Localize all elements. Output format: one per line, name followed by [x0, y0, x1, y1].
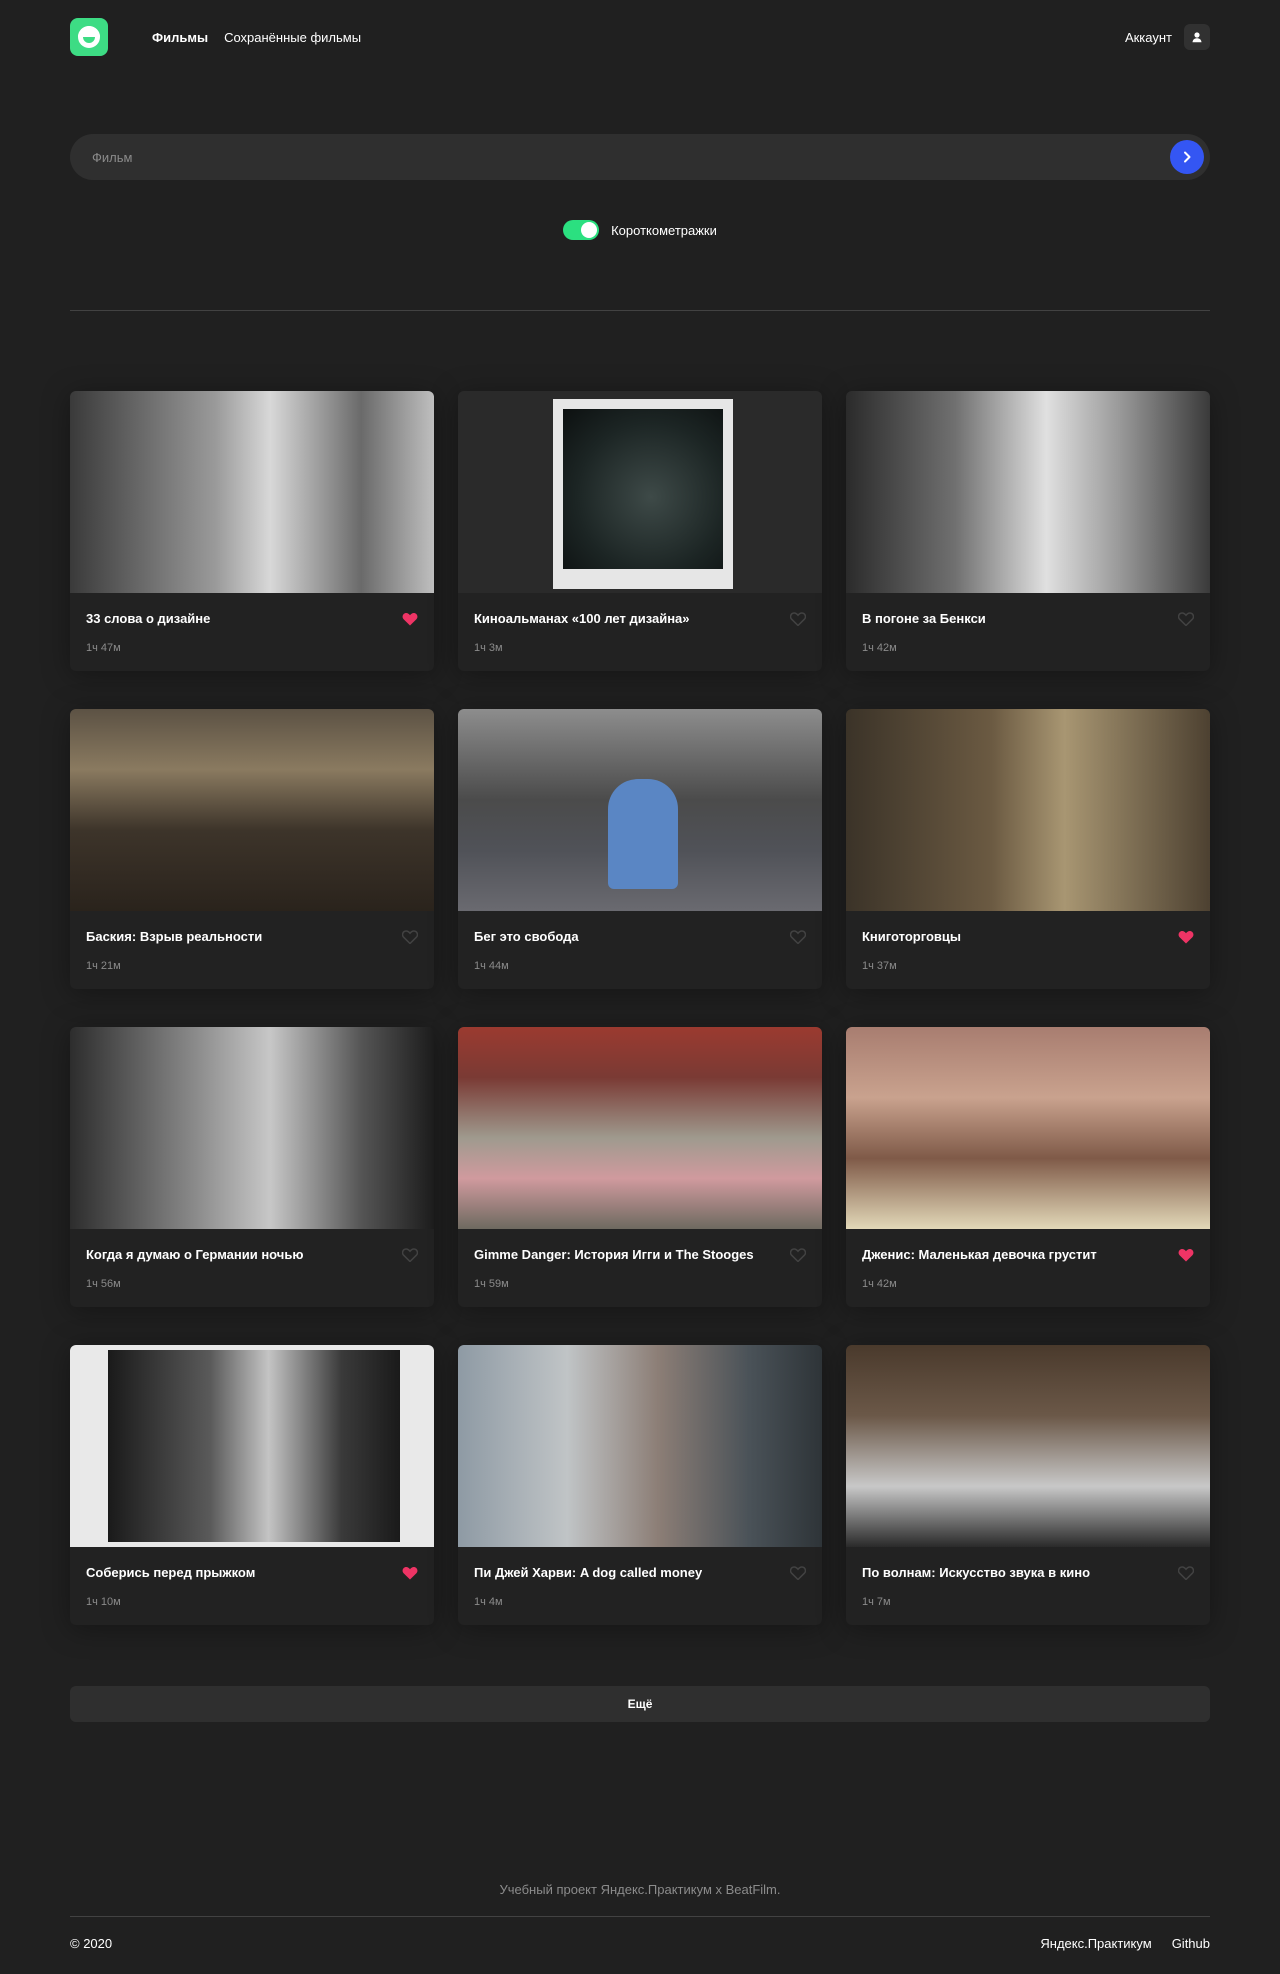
movie-title: Пи Джей Харви: A dog called money: [474, 1565, 703, 1580]
movie-title: По волнам: Искусство звука в кино: [862, 1565, 1091, 1580]
movie-duration: 1ч 10м: [86, 1596, 121, 1608]
site-header: Фильмы Сохранённые фильмы Аккаунт: [70, 18, 1210, 56]
movie-thumbnail[interactable]: [458, 391, 822, 593]
movie-title: Соберись перед прыжком: [86, 1565, 256, 1580]
movie-thumbnail[interactable]: [70, 391, 434, 593]
account-label: Аккаунт: [1124, 29, 1172, 45]
movies-grid: 33 слова о дизайне 1ч 47м Киноальманах «…: [70, 391, 1210, 1625]
movie-duration: 1ч 42м: [862, 1278, 897, 1290]
heart-icon[interactable]: [402, 929, 418, 944]
heart-icon[interactable]: [1178, 1565, 1194, 1580]
heart-icon[interactable]: [402, 1247, 418, 1262]
account-button[interactable]: Аккаунт: [1125, 24, 1210, 50]
footer-link-yandex-practicum[interactable]: Яндекс.Практикум: [1040, 1936, 1151, 1951]
movie-card[interactable]: По волнам: Искусство звука в кино 1ч 7м: [846, 1345, 1210, 1625]
movie-thumbnail[interactable]: [846, 1027, 1210, 1229]
movie-duration: 1ч 42м: [862, 642, 897, 654]
search-input[interactable]: [92, 149, 1170, 165]
heart-filled-icon[interactable]: [1178, 930, 1194, 944]
copyright: © 2020: [70, 1936, 113, 1951]
movie-card[interactable]: В погоне за Бенкси 1ч 42м: [846, 391, 1210, 671]
movie-title: Дженис: Маленькая девочка грустит: [862, 1247, 1097, 1262]
movie-thumbnail[interactable]: [70, 1027, 434, 1229]
movie-title: Gimme Danger: История Игги и The Stooges: [474, 1247, 754, 1262]
heart-icon[interactable]: [790, 1565, 806, 1580]
nav-link-movies[interactable]: Фильмы: [152, 30, 208, 45]
heart-filled-icon[interactable]: [1178, 1248, 1194, 1262]
movie-duration: 1ч 4м: [474, 1596, 503, 1608]
movie-card[interactable]: Соберись перед прыжком 1ч 10м: [70, 1345, 434, 1625]
movie-thumbnail[interactable]: [458, 1027, 822, 1229]
smile-icon: [78, 26, 100, 48]
site-footer: © 2020 Яндекс.Практикум Github: [70, 1936, 1210, 1951]
toggle-knob: [581, 222, 598, 238]
movie-card[interactable]: Киноальманах «100 лет дизайна» 1ч 3м: [458, 391, 822, 671]
heart-filled-icon[interactable]: [402, 612, 418, 626]
heart-icon[interactable]: [790, 611, 806, 626]
movie-thumbnail[interactable]: [458, 709, 822, 911]
movie-duration: 1ч 37м: [862, 960, 897, 972]
movie-thumbnail[interactable]: [458, 1345, 822, 1547]
movie-thumbnail[interactable]: [846, 1345, 1210, 1547]
nav-link-saved-movies[interactable]: Сохранённые фильмы: [224, 30, 361, 45]
movie-thumbnail[interactable]: [70, 1345, 434, 1547]
movie-card[interactable]: Пи Джей Харви: A dog called money 1ч 4м: [458, 1345, 822, 1625]
movie-title: Киноальманах «100 лет дизайна»: [474, 611, 690, 626]
heart-icon[interactable]: [790, 929, 806, 944]
footer-divider: [70, 1916, 1210, 1917]
movie-title: Книготорговцы: [862, 929, 961, 944]
movie-duration: 1ч 7м: [862, 1596, 891, 1608]
footer-links: Яндекс.Практикум Github: [1040, 1936, 1210, 1951]
movie-card[interactable]: Бег это свобода 1ч 44м: [458, 709, 822, 989]
movie-title: Бег это свобода: [474, 929, 579, 944]
short-films-label: Короткометражки: [611, 222, 717, 238]
search-button[interactable]: [1170, 140, 1204, 174]
heart-icon[interactable]: [790, 1247, 806, 1262]
more-button[interactable]: Ещё: [70, 1686, 1210, 1722]
movie-thumbnail[interactable]: [846, 709, 1210, 911]
movie-card[interactable]: Когда я думаю о Германии ночью 1ч 56м: [70, 1027, 434, 1307]
movie-duration: 1ч 44м: [474, 960, 509, 972]
short-films-filter: Короткометражки: [0, 220, 1280, 240]
user-icon: [1184, 24, 1210, 50]
movie-duration: 1ч 59м: [474, 1278, 509, 1290]
main-nav: Фильмы Сохранённые фильмы: [152, 30, 361, 45]
logo[interactable]: [70, 18, 108, 56]
movie-thumbnail[interactable]: [846, 391, 1210, 593]
heart-filled-icon[interactable]: [402, 1566, 418, 1580]
footer-note: Учебный проект Яндекс.Практикум х BeatFi…: [499, 1882, 781, 1897]
movie-duration: 1ч 3м: [474, 642, 503, 654]
movie-title: В погоне за Бенкси: [862, 611, 986, 626]
chevron-right-icon: [1184, 151, 1191, 163]
footer-link-github[interactable]: Github: [1172, 1936, 1210, 1951]
movie-duration: 1ч 47м: [86, 642, 121, 654]
movie-title: 33 слова о дизайне: [86, 611, 211, 626]
movie-thumbnail[interactable]: [70, 709, 434, 911]
movie-title: Баския: Взрыв реальности: [86, 929, 263, 944]
movie-card[interactable]: 33 слова о дизайне 1ч 47м: [70, 391, 434, 671]
search-form: [70, 134, 1210, 180]
movie-title: Когда я думаю о Германии ночью: [86, 1247, 304, 1262]
movie-duration: 1ч 56м: [86, 1278, 121, 1290]
heart-icon[interactable]: [1178, 611, 1194, 626]
movie-card[interactable]: Дженис: Маленькая девочка грустит 1ч 42м: [846, 1027, 1210, 1307]
movie-card[interactable]: Gimme Danger: История Игги и The Stooges…: [458, 1027, 822, 1307]
movie-duration: 1ч 21м: [86, 960, 121, 972]
divider: [70, 310, 1210, 311]
movie-card[interactable]: Баския: Взрыв реальности 1ч 21м: [70, 709, 434, 989]
movie-card[interactable]: Книготорговцы 1ч 37м: [846, 709, 1210, 989]
short-films-toggle[interactable]: [563, 220, 600, 240]
